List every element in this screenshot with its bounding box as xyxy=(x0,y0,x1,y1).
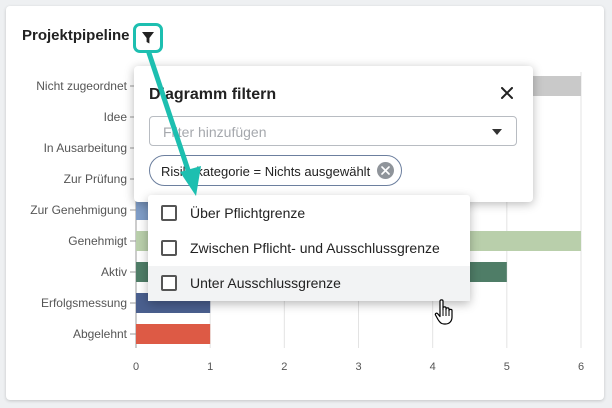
filter-chip-label: Risikokategorie = Nichts ausgewählt xyxy=(161,164,371,179)
option-unter-ausschlussgrenze[interactable]: Unter Ausschlussgrenze xyxy=(148,266,470,301)
y-tick-label: Zur Genehmigung xyxy=(30,203,127,217)
x-tick-label: 6 xyxy=(578,361,584,373)
filter-options-dropdown: Über Pflichtgrenze Zwischen Pflicht- und… xyxy=(148,195,470,301)
filter-select-placeholder: Filter hinzufügen xyxy=(163,124,267,140)
y-tick-label: Aktiv xyxy=(101,265,127,279)
y-tick-label: Idee xyxy=(104,110,128,124)
chart-title: Projektpipeline xyxy=(22,27,130,44)
x-tick-label: 0 xyxy=(133,361,139,373)
remove-chip-x xyxy=(381,166,390,175)
close-button[interactable] xyxy=(496,82,518,104)
close-icon xyxy=(501,87,513,99)
option-ueber-pflichtgrenze[interactable]: Über Pflichtgrenze xyxy=(148,196,470,231)
filter-panel: Diagramm filtern Filter hinzufügen Risik… xyxy=(134,66,533,202)
option-label: Zwischen Pflicht- und Ausschlussgrenze xyxy=(190,240,440,256)
hand-pointer-icon xyxy=(434,299,453,325)
x-tick-label: 4 xyxy=(430,361,436,373)
remove-chip-icon[interactable] xyxy=(377,162,394,179)
bar xyxy=(136,324,211,344)
y-tick-label: Nicht zugeordnet xyxy=(36,79,127,93)
x-tick-label: 3 xyxy=(355,361,361,373)
filter-select[interactable]: Filter hinzufügen xyxy=(149,116,517,146)
funnel-icon xyxy=(142,32,154,44)
option-zwischen-grenzen[interactable]: Zwischen Pflicht- und Ausschlussgrenze xyxy=(148,231,470,266)
y-tick-label: In Ausarbeitung xyxy=(44,141,127,155)
x-tick-label: 1 xyxy=(207,361,213,373)
filter-panel-title: Diagramm filtern xyxy=(149,86,277,103)
y-tick-label: Genehmigt xyxy=(68,234,127,248)
filter-button[interactable] xyxy=(133,23,163,53)
y-tick-label: Zur Prüfung xyxy=(64,172,127,186)
filter-chip[interactable]: Risikokategorie = Nichts ausgewählt xyxy=(149,155,402,186)
option-label: Unter Ausschlussgrenze xyxy=(190,275,341,291)
caret-down-icon xyxy=(492,129,502,135)
x-tick-label: 5 xyxy=(504,361,510,373)
checkbox[interactable] xyxy=(161,205,177,221)
x-tick-label: 2 xyxy=(281,361,287,373)
y-tick-label: Erfolgsmessung xyxy=(41,296,127,310)
checkbox[interactable] xyxy=(161,275,177,291)
checkbox[interactable] xyxy=(161,240,177,256)
y-tick-label: Abgelehnt xyxy=(73,327,128,341)
option-label: Über Pflichtgrenze xyxy=(190,205,306,221)
